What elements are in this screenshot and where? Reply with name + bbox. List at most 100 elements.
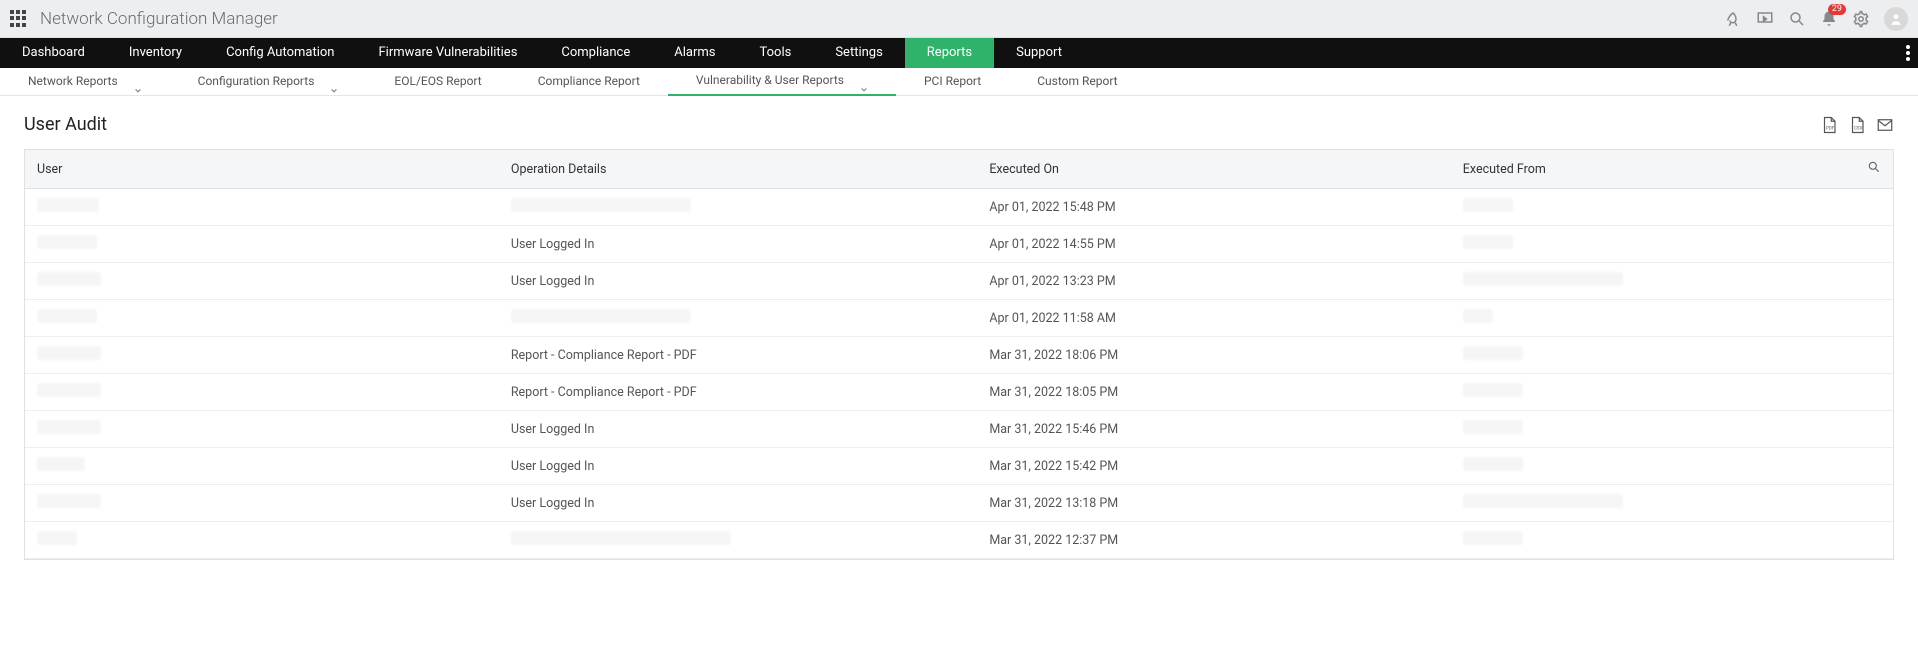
table-search-icon[interactable] xyxy=(1867,160,1881,174)
column-executed-from[interactable]: Executed From xyxy=(1451,150,1855,189)
svg-text:CSV: CSV xyxy=(1854,125,1863,131)
cell-operation: User Logged In xyxy=(499,448,977,485)
cell-operation xyxy=(499,522,977,559)
header-left: Network Configuration Manager xyxy=(10,9,278,29)
subnav-item-vulnerability-user-reports[interactable]: Vulnerability & User Reports xyxy=(668,67,896,96)
subnav-item-compliance-report[interactable]: Compliance Report xyxy=(510,67,668,96)
column-operation[interactable]: Operation Details xyxy=(499,150,977,189)
cell-executed-from xyxy=(1451,300,1855,337)
cell-executed-on: Apr 01, 2022 14:55 PM xyxy=(977,226,1450,263)
column-user[interactable]: User xyxy=(25,150,499,189)
cell-spacer xyxy=(1855,448,1893,485)
cell-executed-from xyxy=(1451,485,1855,522)
nav-item-config-automation[interactable]: Config Automation xyxy=(204,38,356,68)
cell-executed-from xyxy=(1451,337,1855,374)
cell-spacer xyxy=(1855,300,1893,337)
cell-executed-on: Mar 31, 2022 18:06 PM xyxy=(977,337,1450,374)
cell-executed-from xyxy=(1451,522,1855,559)
nav-more-icon[interactable] xyxy=(1906,38,1910,68)
table-header-row: User Operation Details Executed On Execu… xyxy=(25,150,1893,189)
notifications-icon[interactable]: 29 xyxy=(1820,10,1838,28)
app-title: Network Configuration Manager xyxy=(40,9,278,29)
email-report-icon[interactable] xyxy=(1876,116,1894,134)
cell-user xyxy=(25,189,499,226)
nav-item-inventory[interactable]: Inventory xyxy=(107,38,204,68)
presentation-icon[interactable] xyxy=(1756,10,1774,28)
cell-spacer xyxy=(1855,522,1893,559)
subnav-item-pci-report[interactable]: PCI Report xyxy=(896,67,1009,96)
cell-executed-from xyxy=(1451,189,1855,226)
nav-item-settings[interactable]: Settings xyxy=(813,38,904,68)
global-search-icon[interactable] xyxy=(1788,10,1806,28)
cell-user xyxy=(25,522,499,559)
cell-executed-on: Apr 01, 2022 11:58 AM xyxy=(977,300,1450,337)
cell-operation xyxy=(499,189,977,226)
cell-user xyxy=(25,374,499,411)
nav-item-reports[interactable]: Reports xyxy=(905,38,994,68)
table-row[interactable]: Report - Compliance Report - PDFMar 31, … xyxy=(25,374,1893,411)
settings-gear-icon[interactable] xyxy=(1852,10,1870,28)
table-row[interactable]: Apr 01, 2022 11:58 AM xyxy=(25,300,1893,337)
column-search xyxy=(1855,150,1893,189)
getting-started-icon[interactable] xyxy=(1724,10,1742,28)
cell-operation: Report - Compliance Report - PDF xyxy=(499,337,977,374)
cell-executed-on: Apr 01, 2022 15:48 PM xyxy=(977,189,1450,226)
subnav-label: Vulnerability & User Reports xyxy=(696,67,844,94)
table-row[interactable]: User Logged InMar 31, 2022 13:18 PM xyxy=(25,485,1893,522)
cell-executed-from xyxy=(1451,263,1855,300)
nav-item-firmware-vulnerabilities[interactable]: Firmware Vulnerabilities xyxy=(356,38,539,68)
main-nav: DashboardInventoryConfig AutomationFirmw… xyxy=(0,38,1918,68)
cell-executed-on: Mar 31, 2022 15:46 PM xyxy=(977,411,1450,448)
cell-spacer xyxy=(1855,189,1893,226)
cell-executed-from xyxy=(1451,448,1855,485)
cell-user xyxy=(25,448,499,485)
cell-executed-from xyxy=(1451,226,1855,263)
cell-user xyxy=(25,411,499,448)
subnav-item-configuration-reports[interactable]: Configuration Reports xyxy=(170,67,367,96)
subnav-label: Configuration Reports xyxy=(198,68,315,95)
subnav-item-eol-eos-report[interactable]: EOL/EOS Report xyxy=(366,67,509,96)
table-row[interactable]: User Logged InMar 31, 2022 15:42 PM xyxy=(25,448,1893,485)
cell-spacer xyxy=(1855,485,1893,522)
table-row[interactable]: Apr 01, 2022 15:48 PM xyxy=(25,189,1893,226)
nav-item-dashboard[interactable]: Dashboard xyxy=(0,38,107,68)
subnav-item-network-reports[interactable]: Network Reports xyxy=(0,67,170,96)
table-row[interactable]: User Logged InApr 01, 2022 14:55 PM xyxy=(25,226,1893,263)
chevron-down-icon xyxy=(330,78,338,86)
subnav-label: Network Reports xyxy=(28,68,118,95)
cell-user xyxy=(25,226,499,263)
table-row[interactable]: Mar 31, 2022 12:37 PM xyxy=(25,522,1893,559)
nav-item-alarms[interactable]: Alarms xyxy=(652,38,737,68)
app-header: Network Configuration Manager 29 xyxy=(0,0,1918,38)
export-csv-icon[interactable]: CSV xyxy=(1848,116,1866,134)
cell-operation: User Logged In xyxy=(499,263,977,300)
nav-item-tools[interactable]: Tools xyxy=(738,38,814,68)
table-row[interactable]: User Logged InMar 31, 2022 15:46 PM xyxy=(25,411,1893,448)
svg-text:PDF: PDF xyxy=(1826,125,1835,131)
cell-spacer xyxy=(1855,337,1893,374)
nav-item-support[interactable]: Support xyxy=(994,38,1084,68)
user-avatar[interactable] xyxy=(1884,7,1908,31)
export-pdf-icon[interactable]: PDF xyxy=(1820,116,1838,134)
cell-user xyxy=(25,485,499,522)
table-row[interactable]: Report - Compliance Report - PDFMar 31, … xyxy=(25,337,1893,374)
cell-user xyxy=(25,337,499,374)
cell-operation xyxy=(499,300,977,337)
header-right: 29 xyxy=(1724,7,1908,31)
nav-item-compliance[interactable]: Compliance xyxy=(539,38,652,68)
subnav-label: Compliance Report xyxy=(538,68,640,95)
cell-spacer xyxy=(1855,374,1893,411)
chevron-down-icon xyxy=(860,77,868,85)
cell-executed-from xyxy=(1451,374,1855,411)
subnav-item-custom-report[interactable]: Custom Report xyxy=(1009,67,1145,96)
subnav-label: PCI Report xyxy=(924,68,981,95)
cell-executed-from xyxy=(1451,411,1855,448)
table-row[interactable]: User Logged InApr 01, 2022 13:23 PM xyxy=(25,263,1893,300)
apps-grid-icon[interactable] xyxy=(10,10,28,28)
cell-user xyxy=(25,263,499,300)
column-executed-on[interactable]: Executed On xyxy=(977,150,1450,189)
cell-executed-on: Apr 01, 2022 13:23 PM xyxy=(977,263,1450,300)
cell-operation: Report - Compliance Report - PDF xyxy=(499,374,977,411)
subnav-label: EOL/EOS Report xyxy=(394,68,481,95)
subnav-label: Custom Report xyxy=(1037,68,1117,95)
